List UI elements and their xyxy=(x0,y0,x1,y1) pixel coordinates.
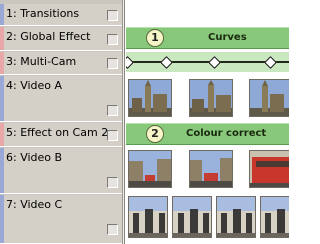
track-header-effect-on-cam-2[interactable]: 5: Effect on Cam 2 xyxy=(0,123,122,147)
timeline-area: 1 Curves 2 Colour correct xyxy=(126,0,289,244)
track-label: 6: Video B xyxy=(6,151,63,164)
big-ben-thumbnail[interactable] xyxy=(249,79,289,117)
keyframe-marker[interactable] xyxy=(208,56,221,69)
track-label: 7: Video C xyxy=(6,198,63,211)
track-toggle-button[interactable] xyxy=(107,58,118,69)
track-color-strip xyxy=(0,148,4,193)
track-header-video-c[interactable]: 7: Video C xyxy=(0,195,122,244)
effect-clip-title: Curves xyxy=(208,32,247,43)
track-header-video-a[interactable]: 4: Video A xyxy=(0,76,122,122)
palace-gate-image xyxy=(217,197,255,237)
track-label: 4: Video A xyxy=(6,79,63,92)
track-label: 3: Multi-Cam xyxy=(6,55,77,68)
palace-gate-image xyxy=(261,197,289,237)
keyframe-marker[interactable] xyxy=(126,56,134,69)
track-toggle-button[interactable] xyxy=(107,105,118,116)
effect-number-badge: 1 xyxy=(146,29,164,47)
track-headers-panel: 1: Transitions 2: Global Effect 3: Multi… xyxy=(0,0,123,244)
track-color-strip xyxy=(0,195,4,243)
multicam-keyframe-lane[interactable] xyxy=(126,52,289,72)
track-color-strip xyxy=(0,4,4,25)
track-label: 1: Transitions xyxy=(6,7,80,20)
track-toggle-button[interactable] xyxy=(107,177,118,188)
palace-gate-thumbnail[interactable] xyxy=(128,196,168,238)
track-header-global-effect[interactable]: 2: Global Effect xyxy=(0,27,122,51)
big-ben-thumbnail[interactable] xyxy=(189,79,233,117)
palace-gate-thumbnail[interactable] xyxy=(172,196,212,238)
palace-gate-image xyxy=(173,197,211,237)
palace-gate-image xyxy=(129,197,167,237)
red-bus-image xyxy=(250,151,289,187)
track-toggle-button[interactable] xyxy=(107,9,118,21)
track-header-multi-cam[interactable]: 3: Multi-Cam xyxy=(0,52,122,75)
street-scene-thumbnail[interactable] xyxy=(128,150,172,188)
panel-splitter[interactable] xyxy=(122,0,125,244)
big-ben-image xyxy=(129,80,171,116)
effect-number-badge: 2 xyxy=(146,125,164,143)
effect-clip-curves[interactable]: 1 Curves xyxy=(126,27,289,49)
track-header-video-b[interactable]: 6: Video B xyxy=(0,148,122,194)
editor-window: 1: Transitions 2: Global Effect 3: Multi… xyxy=(0,0,289,244)
track-toggle-button[interactable] xyxy=(107,33,118,45)
track-color-strip xyxy=(0,27,4,50)
big-ben-image xyxy=(190,80,232,116)
red-bus-thumbnail[interactable] xyxy=(249,150,289,188)
track-color-strip xyxy=(0,52,4,74)
track-toggle-button[interactable] xyxy=(107,129,118,141)
track-color-strip xyxy=(0,76,4,121)
keyframe-marker[interactable] xyxy=(264,56,277,69)
track-toggle-button[interactable] xyxy=(107,224,118,235)
track-label: 2: Global Effect xyxy=(6,30,91,43)
street-scene-image xyxy=(129,151,171,187)
big-ben-image xyxy=(250,80,289,116)
palace-gate-thumbnail[interactable] xyxy=(260,196,289,238)
street-scene-thumbnail[interactable] xyxy=(189,150,233,188)
effect-clip-colour-correct[interactable]: 2 Colour correct xyxy=(126,123,289,145)
track-color-strip xyxy=(0,123,4,146)
effect-clip-title: Colour correct xyxy=(186,128,267,139)
track-label: 5: Effect on Cam 2 xyxy=(6,126,109,139)
street-scene-image xyxy=(190,151,232,187)
palace-gate-thumbnail[interactable] xyxy=(216,196,256,238)
big-ben-thumbnail[interactable] xyxy=(128,79,172,117)
track-header-transitions[interactable]: 1: Transitions xyxy=(0,4,122,26)
keyframe-marker[interactable] xyxy=(160,56,173,69)
